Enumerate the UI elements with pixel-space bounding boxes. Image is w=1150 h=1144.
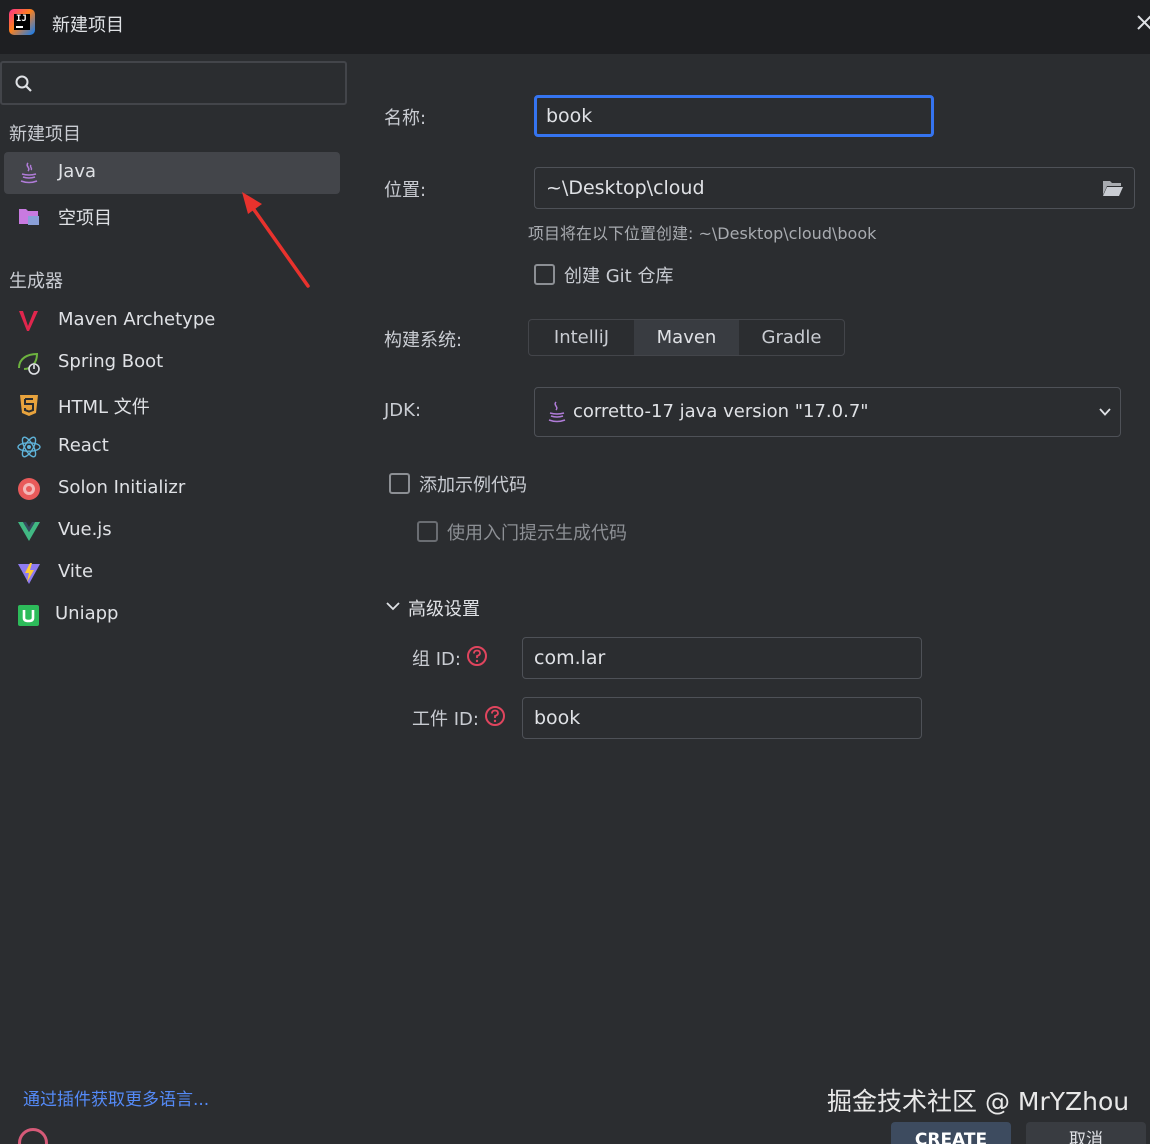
get-more-languages-link[interactable]: 通过插件获取更多语言... xyxy=(23,1085,209,1110)
onboarding-tips-checkbox: 使用入门提示生成代码 xyxy=(417,519,677,545)
chevron-down-icon xyxy=(1099,408,1111,416)
checkbox[interactable] xyxy=(389,473,410,494)
search-input[interactable] xyxy=(42,69,332,97)
location-field[interactable] xyxy=(534,167,1135,209)
java-icon xyxy=(20,162,38,184)
jdk-dropdown[interactable]: corretto-17 java version "17.0.7" xyxy=(534,387,1121,437)
sidebar-item-maven-archetype[interactable]: Maven Archetype xyxy=(4,300,340,342)
checkbox-label: 创建 Git 仓库 xyxy=(564,266,674,287)
sidebar-item-vuejs[interactable]: Vue.js xyxy=(4,510,340,552)
name-field[interactable] xyxy=(534,95,934,137)
folder-open-icon[interactable] xyxy=(1102,179,1124,197)
vue-icon xyxy=(18,522,40,541)
sidebar-item-label: Uniapp xyxy=(55,603,119,624)
group-id-label: 组 ID: xyxy=(412,649,461,670)
checkbox-label: 添加示例代码 xyxy=(419,475,527,496)
sidebar-item-html-file[interactable]: HTML 文件 xyxy=(4,384,340,426)
name-label: 名称: xyxy=(384,108,427,129)
artifact-id-label: 工件 ID: xyxy=(412,709,479,730)
sidebar-item-spring-boot[interactable]: Spring Boot xyxy=(4,342,340,384)
jdk-label: JDK: xyxy=(384,400,422,421)
jdk-selected-value: corretto-17 java version "17.0.7" xyxy=(573,401,869,422)
close-icon[interactable] xyxy=(1134,10,1150,34)
help-icon[interactable] xyxy=(18,1128,48,1144)
location-label: 位置: xyxy=(384,180,427,201)
build-system-label: 构建系统: xyxy=(384,330,463,351)
html5-icon xyxy=(20,395,38,416)
window-title: 新建项目 xyxy=(52,15,124,36)
sidebar-item-label: Maven Archetype xyxy=(58,309,216,330)
build-option-maven[interactable]: Maven xyxy=(634,320,739,355)
chevron-down-icon xyxy=(386,602,400,611)
search-icon xyxy=(15,75,32,92)
help-icon[interactable] xyxy=(466,645,488,667)
project-settings-form: 名称: 位置: 项目将在以下位置创建: ~\Desktop\cloud\book… xyxy=(350,54,1150,1144)
title-bar: IJ 新建项目 xyxy=(0,0,1150,54)
annotation-arrow xyxy=(242,192,310,288)
intellij-logo-icon: IJ xyxy=(9,9,35,35)
empty-project-icon xyxy=(19,209,39,225)
location-input[interactable] xyxy=(546,176,1056,200)
cancel-button[interactable]: 取消 xyxy=(1026,1122,1146,1144)
sidebar-item-label: React xyxy=(58,435,109,456)
react-icon xyxy=(17,436,41,458)
search-box[interactable] xyxy=(0,61,347,105)
sidebar-item-label: Vue.js xyxy=(58,519,112,540)
spring-boot-icon xyxy=(18,352,40,375)
help-icon[interactable] xyxy=(484,705,506,727)
build-option-gradle[interactable]: Gradle xyxy=(739,320,844,355)
sidebar-item-uniapp[interactable]: Uniapp xyxy=(4,594,340,636)
artifact-id-field[interactable] xyxy=(522,697,922,739)
advanced-settings-label: 高级设置 xyxy=(408,599,480,620)
sidebar-item-vite[interactable]: Vite xyxy=(4,552,340,594)
sidebar-item-label: Solon Initializr xyxy=(58,477,186,498)
section-label-new-project: 新建项目 xyxy=(9,124,81,145)
group-id-input[interactable] xyxy=(534,646,873,670)
sidebar-item-label: HTML 文件 xyxy=(58,397,150,418)
create-button[interactable]: CREATE xyxy=(891,1122,1011,1144)
section-label-generators: 生成器 xyxy=(9,271,63,292)
uniapp-icon xyxy=(18,605,39,626)
java-icon xyxy=(548,401,566,423)
maven-icon xyxy=(19,311,38,331)
add-sample-code-checkbox[interactable]: 添加示例代码 xyxy=(389,471,589,497)
sidebar-item-label: Spring Boot xyxy=(58,351,164,372)
sidebar-item-react[interactable]: React xyxy=(4,426,340,468)
sidebar-item-solon-initializr[interactable]: Solon Initializr xyxy=(4,468,340,510)
name-input[interactable] xyxy=(546,104,881,128)
sidebar-item-label: Vite xyxy=(58,561,94,582)
checkbox-label: 使用入门提示生成代码 xyxy=(447,523,627,544)
sidebar-item-label: Java xyxy=(58,161,97,182)
create-git-repo-checkbox[interactable]: 创建 Git 仓库 xyxy=(534,262,734,288)
group-id-field[interactable] xyxy=(522,637,922,679)
location-hint: 项目将在以下位置创建: ~\Desktop\cloud\book xyxy=(528,224,877,243)
checkbox[interactable] xyxy=(534,264,555,285)
vite-icon xyxy=(18,563,40,584)
build-system-selector: IntelliJ Maven Gradle xyxy=(528,319,845,356)
watermark-text: 掘金技术社区 @ MrYZhou xyxy=(827,1087,1130,1116)
checkbox xyxy=(417,521,438,542)
solon-icon xyxy=(18,478,40,500)
build-option-intellij[interactable]: IntelliJ xyxy=(529,320,634,355)
artifact-id-input[interactable] xyxy=(534,706,873,730)
sidebar-item-label: 空项目 xyxy=(58,208,112,229)
